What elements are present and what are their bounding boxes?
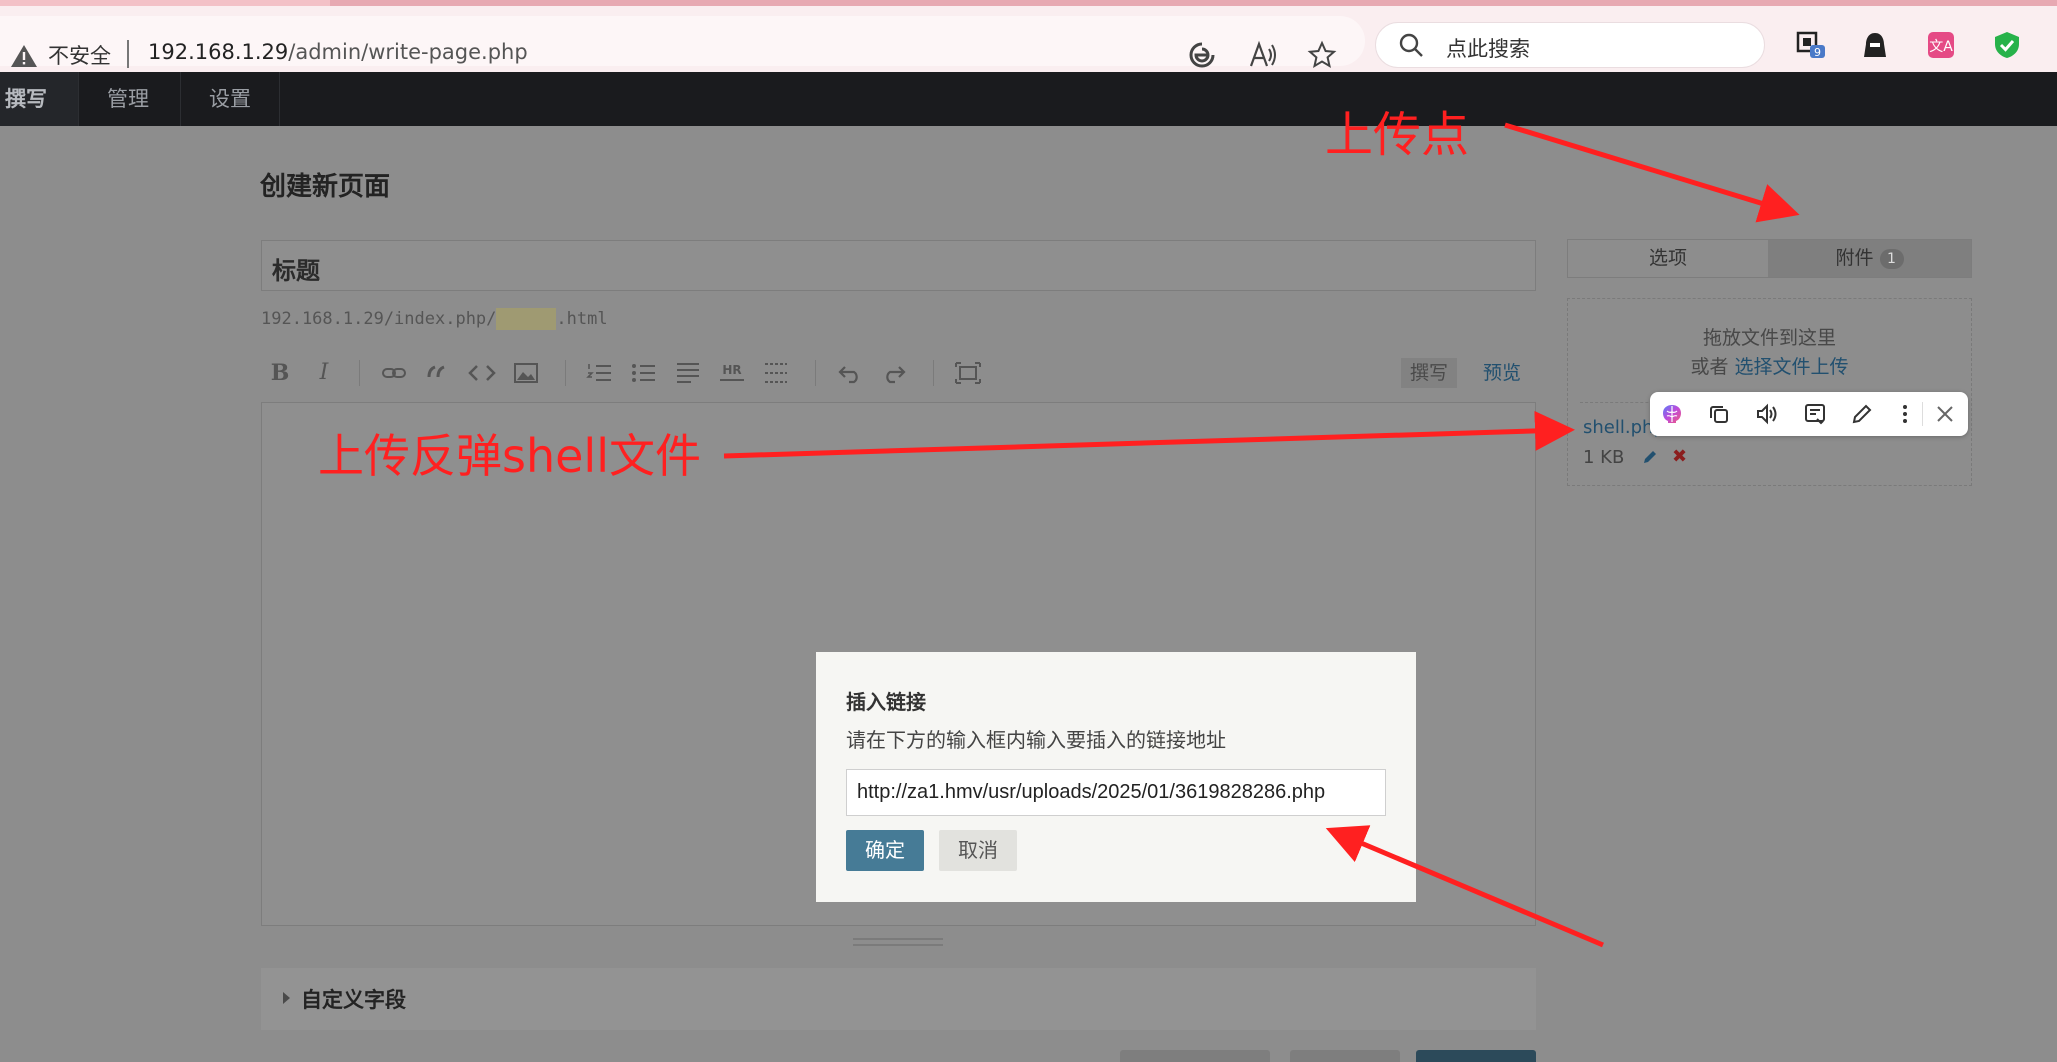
tab-attachments-label: 附件 — [1835, 247, 1874, 269]
text-selection-toolbar — [1650, 392, 1968, 436]
secondary-button[interactable] — [1290, 1050, 1400, 1062]
title-input[interactable]: 标题 — [261, 240, 1536, 291]
heading-icon[interactable] — [673, 358, 703, 388]
attachment-count-badge: 1 — [1879, 248, 1904, 269]
nav-write[interactable]: 撰写 — [0, 72, 78, 126]
mode-write-button[interactable]: 撰写 — [1401, 358, 1457, 388]
search-placeholder: 点此搜索 — [1446, 37, 1530, 61]
delete-icon[interactable]: ✖ — [1672, 446, 1687, 467]
editor-toolbar: B I HR 撰写 预览 — [261, 352, 1536, 392]
summary-icon[interactable] — [1803, 402, 1827, 426]
page-title: 创建新页面 — [260, 172, 391, 202]
browser-toolbar: 不安全 192.168.1.29/admin/write-page.php 点此… — [0, 0, 2057, 72]
search-icon — [1399, 33, 1423, 57]
tab-attachments[interactable]: 附件 1 — [1768, 240, 1971, 277]
nav-settings[interactable]: 设置 — [180, 72, 280, 126]
more-icon[interactable] — [761, 358, 791, 388]
link-url-input[interactable]: http://za1.hmv/usr/uploads/2025/01/36198… — [846, 769, 1386, 816]
dialog-description: 请在下方的输入框内输入要插入的链接地址 — [846, 728, 1226, 752]
ai-brain-icon[interactable] — [1660, 402, 1684, 426]
side-tabs: 选项 附件 1 — [1567, 239, 1972, 278]
insert-link-dialog: 插入链接 请在下方的输入框内输入要插入的链接地址 http://za1.hmv/… — [816, 652, 1416, 902]
toolbar-divider — [359, 360, 360, 386]
expand-arrow-icon — [283, 992, 290, 1004]
permalink-suffix: .html — [556, 309, 608, 329]
toolbar-divider — [565, 360, 566, 386]
custom-fields-label: 自定义字段 — [301, 988, 406, 1012]
save-draft-button[interactable] — [1120, 1050, 1270, 1062]
select-file-prefix: 或者 — [1690, 356, 1729, 378]
read-aloud-icon[interactable] — [1248, 40, 1278, 70]
permalink: 192.168.1.29/index.php/ .html — [261, 308, 608, 330]
more-vertical-icon[interactable] — [1893, 402, 1917, 426]
code-icon[interactable] — [467, 358, 497, 388]
permalink-prefix: 192.168.1.29/index.php/ — [261, 309, 497, 329]
attachment-file-size: 1 KB — [1583, 447, 1625, 468]
italic-icon[interactable]: I — [309, 358, 339, 388]
nav-manage[interactable]: 管理 — [78, 72, 177, 126]
url-host: 192.168.1.29 — [148, 40, 289, 64]
select-file-line: 或者 选择文件上传 — [1568, 352, 1971, 379]
slug-input[interactable] — [496, 308, 557, 330]
arrow-to-attachments — [1504, 122, 1800, 223]
close-icon[interactable] — [1933, 402, 1957, 426]
undo-icon[interactable] — [835, 358, 865, 388]
drop-hint: 拖放文件到这里 — [1702, 327, 1836, 349]
image-icon[interactable] — [511, 358, 541, 388]
svg-text:文A: 文A — [1929, 39, 1953, 55]
editor-resize-handle[interactable] — [853, 938, 943, 946]
toolbar-divider — [815, 360, 816, 386]
extension-hacker-icon[interactable] — [1860, 30, 1890, 60]
speaker-icon[interactable] — [1755, 402, 1779, 426]
dialog-title: 插入链接 — [846, 690, 926, 714]
mode-preview-button[interactable]: 预览 — [1483, 358, 1521, 388]
toolbar-divider — [933, 360, 934, 386]
copy-icon[interactable] — [1707, 402, 1731, 426]
edge-refresh-icon[interactable] — [1187, 40, 1217, 70]
extension-translate-icon[interactable]: 文A — [1926, 30, 1956, 60]
security-label[interactable]: 不安全 — [48, 40, 111, 70]
publish-button[interactable] — [1416, 1050, 1536, 1062]
search-box[interactable]: 点此搜索 — [1375, 22, 1765, 68]
redo-icon[interactable] — [879, 358, 909, 388]
cancel-button[interactable]: 取消 — [939, 830, 1017, 871]
extension-qr-icon[interactable]: 9 — [1795, 30, 1825, 60]
url-text[interactable]: 192.168.1.29/admin/write-page.php — [148, 40, 528, 64]
admin-nav: 撰写 管理 设置 — [0, 72, 2057, 126]
extension-shield-icon[interactable] — [1992, 30, 2022, 60]
confirm-button[interactable]: 确定 — [846, 830, 924, 871]
select-file-link[interactable]: 选择文件上传 — [1735, 356, 1849, 378]
bold-icon[interactable]: B — [265, 358, 295, 388]
toolbar-divider — [1922, 402, 1923, 426]
address-divider — [127, 40, 129, 68]
fullscreen-icon[interactable] — [953, 358, 983, 388]
quote-icon[interactable] — [423, 358, 453, 388]
tab-strip — [330, 0, 2057, 6]
pen-icon[interactable] — [1850, 402, 1874, 426]
hr-icon[interactable]: HR — [717, 358, 747, 388]
svg-text:HR: HR — [722, 363, 741, 377]
url-path: /admin/write-page.php — [288, 40, 528, 64]
address-bar[interactable]: 不安全 192.168.1.29/admin/write-page.php — [0, 16, 1365, 69]
pencil-icon[interactable] — [1642, 449, 1658, 465]
tab-options[interactable]: 选项 — [1568, 240, 1768, 277]
link-icon[interactable] — [379, 358, 409, 388]
favorite-star-icon[interactable] — [1307, 40, 1337, 70]
custom-fields-section[interactable]: 自定义字段 — [261, 968, 1536, 1030]
unordered-list-icon[interactable] — [629, 358, 659, 388]
extension-badge: 9 — [1814, 46, 1821, 59]
annotation-upload-shell: 上传反弹shell文件 — [318, 429, 701, 483]
annotation-upload-point: 上传点 — [1325, 107, 1470, 163]
ordered-list-icon[interactable] — [585, 358, 615, 388]
warning-icon[interactable] — [10, 43, 38, 69]
